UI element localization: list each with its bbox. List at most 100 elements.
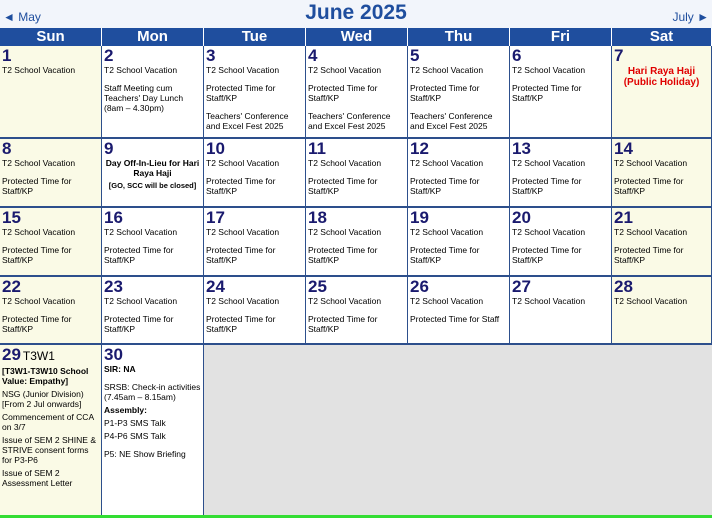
day-cell[interactable]: 9 Day Off-In-Lieu for Hari Raya Haji [GO, … (102, 139, 204, 208)
day-number-text: 6 (512, 46, 522, 65)
empty-cell (204, 345, 306, 518)
day-number-text: 18 (308, 208, 327, 227)
event-text: Teachers' Conference and Excel Fest 2025 (410, 111, 493, 131)
day-cell[interactable]: 23 T2 School Vacation Protected Time for S… (102, 277, 204, 345)
day-cell[interactable]: 26 T2 School Vacation Protected Time for S… (408, 277, 510, 345)
day-number: 8 (0, 139, 101, 158)
day-number: 4 (306, 46, 407, 65)
event-text: T2 School Vacation (308, 296, 382, 306)
day-cell[interactable]: 25 T2 School Vacation Protected Time for S… (306, 277, 408, 345)
day-cell[interactable]: 2 T2 School Vacation Staff Meeting cum Tea… (102, 46, 204, 139)
event-text: Commencement of CCA on 3/7 (2, 412, 94, 432)
day-number-text: 27 (512, 277, 531, 296)
day-cell[interactable]: 11 T2 School Vacation Protected Time for S… (306, 139, 408, 208)
day-number-text: 29 (2, 345, 21, 364)
event-text: SIR: NA (104, 364, 136, 374)
day-cell[interactable]: 21 T2 School Vacation Protected Time for S… (612, 208, 712, 277)
event-text: Assembly: (104, 405, 147, 415)
day-cell[interactable]: 20 T2 School Vacation Protected Time for S… (510, 208, 612, 277)
event-text: Protected Time for Staff/KP (2, 314, 72, 334)
day-number: 2 (102, 46, 203, 65)
day-cell[interactable]: 22 T2 School Vacation Protected Time for S… (0, 277, 102, 345)
day-number-text: 21 (614, 208, 633, 227)
day-cell[interactable]: 30 SIR: NA SRSB: Check-in activities (7.45… (102, 345, 204, 518)
day-number-text: 23 (104, 277, 123, 296)
event-text: Protected Time for Staff/KP (512, 83, 582, 103)
dow-header-2: Tue (204, 28, 306, 46)
event-text: P4-P6 SMS Talk (104, 431, 166, 441)
day-cell[interactable]: 27 T2 School Vacation (510, 277, 612, 345)
event-text: T2 School Vacation (2, 296, 76, 306)
day-number-text: 5 (410, 46, 420, 65)
day-cell[interactable]: 17 T2 School Vacation Protected Time for S… (204, 208, 306, 277)
day-cell[interactable]: 4 T2 School Vacation Protected Time for St… (306, 46, 408, 139)
event-text: T2 School Vacation (206, 158, 280, 168)
day-number: 7 (612, 46, 711, 65)
event-text: SRSB: Check-in activities (7.45am – 8.15… (104, 382, 201, 402)
day-number: 9 (102, 139, 203, 158)
day-number-text: 25 (308, 277, 327, 296)
day-cell[interactable]: 19 T2 School Vacation Protected Time for S… (408, 208, 510, 277)
day-number-text: 15 (2, 208, 21, 227)
day-number: 6 (510, 46, 611, 65)
day-cell[interactable]: 8 T2 School Vacation Protected Time for St… (0, 139, 102, 208)
day-number-text: 20 (512, 208, 531, 227)
day-number-text: 11 (308, 139, 326, 158)
event-text: Protected Time for Staff/KP (410, 83, 480, 103)
day-number-text: 19 (410, 208, 429, 227)
event-text: T2 School Vacation (206, 296, 280, 306)
event-text: Protected Time for Staff/KP (206, 83, 276, 103)
event-text: T2 School Vacation (308, 65, 382, 75)
dow-header-6: Sat (612, 28, 712, 46)
event-text: Protected Time for Staff/KP (104, 314, 174, 334)
day-number-text: 13 (512, 139, 531, 158)
day-number: 13 (510, 139, 611, 158)
day-cell[interactable]: 3 T2 School Vacation Protected Time for St… (204, 46, 306, 139)
day-cell[interactable]: 14 T2 School Vacation Protected Time for S… (612, 139, 712, 208)
event-text: Issue of SEM 2 SHINE & STRIVE consent fo… (2, 435, 97, 465)
dow-header-4: Thu (408, 28, 510, 46)
day-cell[interactable]: 13 T2 School Vacation Protected Time for S… (510, 139, 612, 208)
event-text: T2 School Vacation (614, 227, 688, 237)
month-title: June 2025 (305, 1, 407, 24)
event-text: Protected Time for Staff/KP (512, 176, 582, 196)
day-number-text: 10 (206, 139, 225, 158)
event-text: Protected Time for Staff/KP (308, 83, 378, 103)
event-text: T2 School Vacation (2, 65, 76, 75)
day-cell[interactable]: 7 Hari Raya Haji (Public Holiday) (612, 46, 712, 139)
day-cell[interactable]: 15 T2 School Vacation Protected Time for S… (0, 208, 102, 277)
event-text: P5: NE Show Briefing (104, 449, 186, 459)
day-number-text: 9 (104, 139, 114, 158)
day-number-text: 16 (104, 208, 123, 227)
day-cell[interactable]: 29 T3W1 [T3W1-T3W10 School Value: Empathy]… (0, 345, 102, 518)
day-cell[interactable]: 6 T2 School Vacation Protected Time for St… (510, 46, 612, 139)
day-number: 22 (0, 277, 101, 296)
day-cell[interactable]: 24 T2 School Vacation Protected Time for S… (204, 277, 306, 345)
day-cell[interactable]: 10 T2 School Vacation Protected Time for S… (204, 139, 306, 208)
next-month-link[interactable]: July ► (672, 10, 709, 24)
event-text: Protected Time for Staff/KP (206, 176, 276, 196)
day-cell[interactable]: 28 T2 School Vacation (612, 277, 712, 345)
day-number: 16 (102, 208, 203, 227)
event-text: Teachers' Conference and Excel Fest 2025 (308, 111, 391, 131)
event-text: [T3W1-T3W10 School Value: Empathy] (2, 366, 89, 386)
day-number: 12 (408, 139, 509, 158)
day-cell[interactable]: 18 T2 School Vacation Protected Time for S… (306, 208, 408, 277)
day-cell[interactable]: 12 T2 School Vacation Protected Time for S… (408, 139, 510, 208)
event-text: T2 School Vacation (2, 227, 76, 237)
day-number-text: 30 (104, 345, 123, 364)
event-text: T2 School Vacation (410, 65, 484, 75)
day-cell[interactable]: 5 T2 School Vacation Protected Time for St… (408, 46, 510, 139)
event-text: Protected Time for Staff/KP (410, 245, 480, 265)
day-number: 1 (0, 46, 101, 65)
day-cell[interactable]: 1 T2 School Vacation (0, 46, 102, 139)
event-text: Day Off-In-Lieu for Hari Raya Haji (105, 158, 200, 178)
event-text: Protected Time for Staff/KP (308, 176, 378, 196)
event-text: T2 School Vacation (614, 296, 688, 306)
event-text: P1-P3 SMS Talk (104, 418, 166, 428)
day-cell[interactable]: 16 T2 School Vacation Protected Time for S… (102, 208, 204, 277)
event-text: T2 School Vacation (410, 296, 484, 306)
day-number: 21 (612, 208, 711, 227)
event-text: Protected Time for Staff/KP (308, 314, 378, 334)
event-text: T2 School Vacation (410, 158, 484, 168)
